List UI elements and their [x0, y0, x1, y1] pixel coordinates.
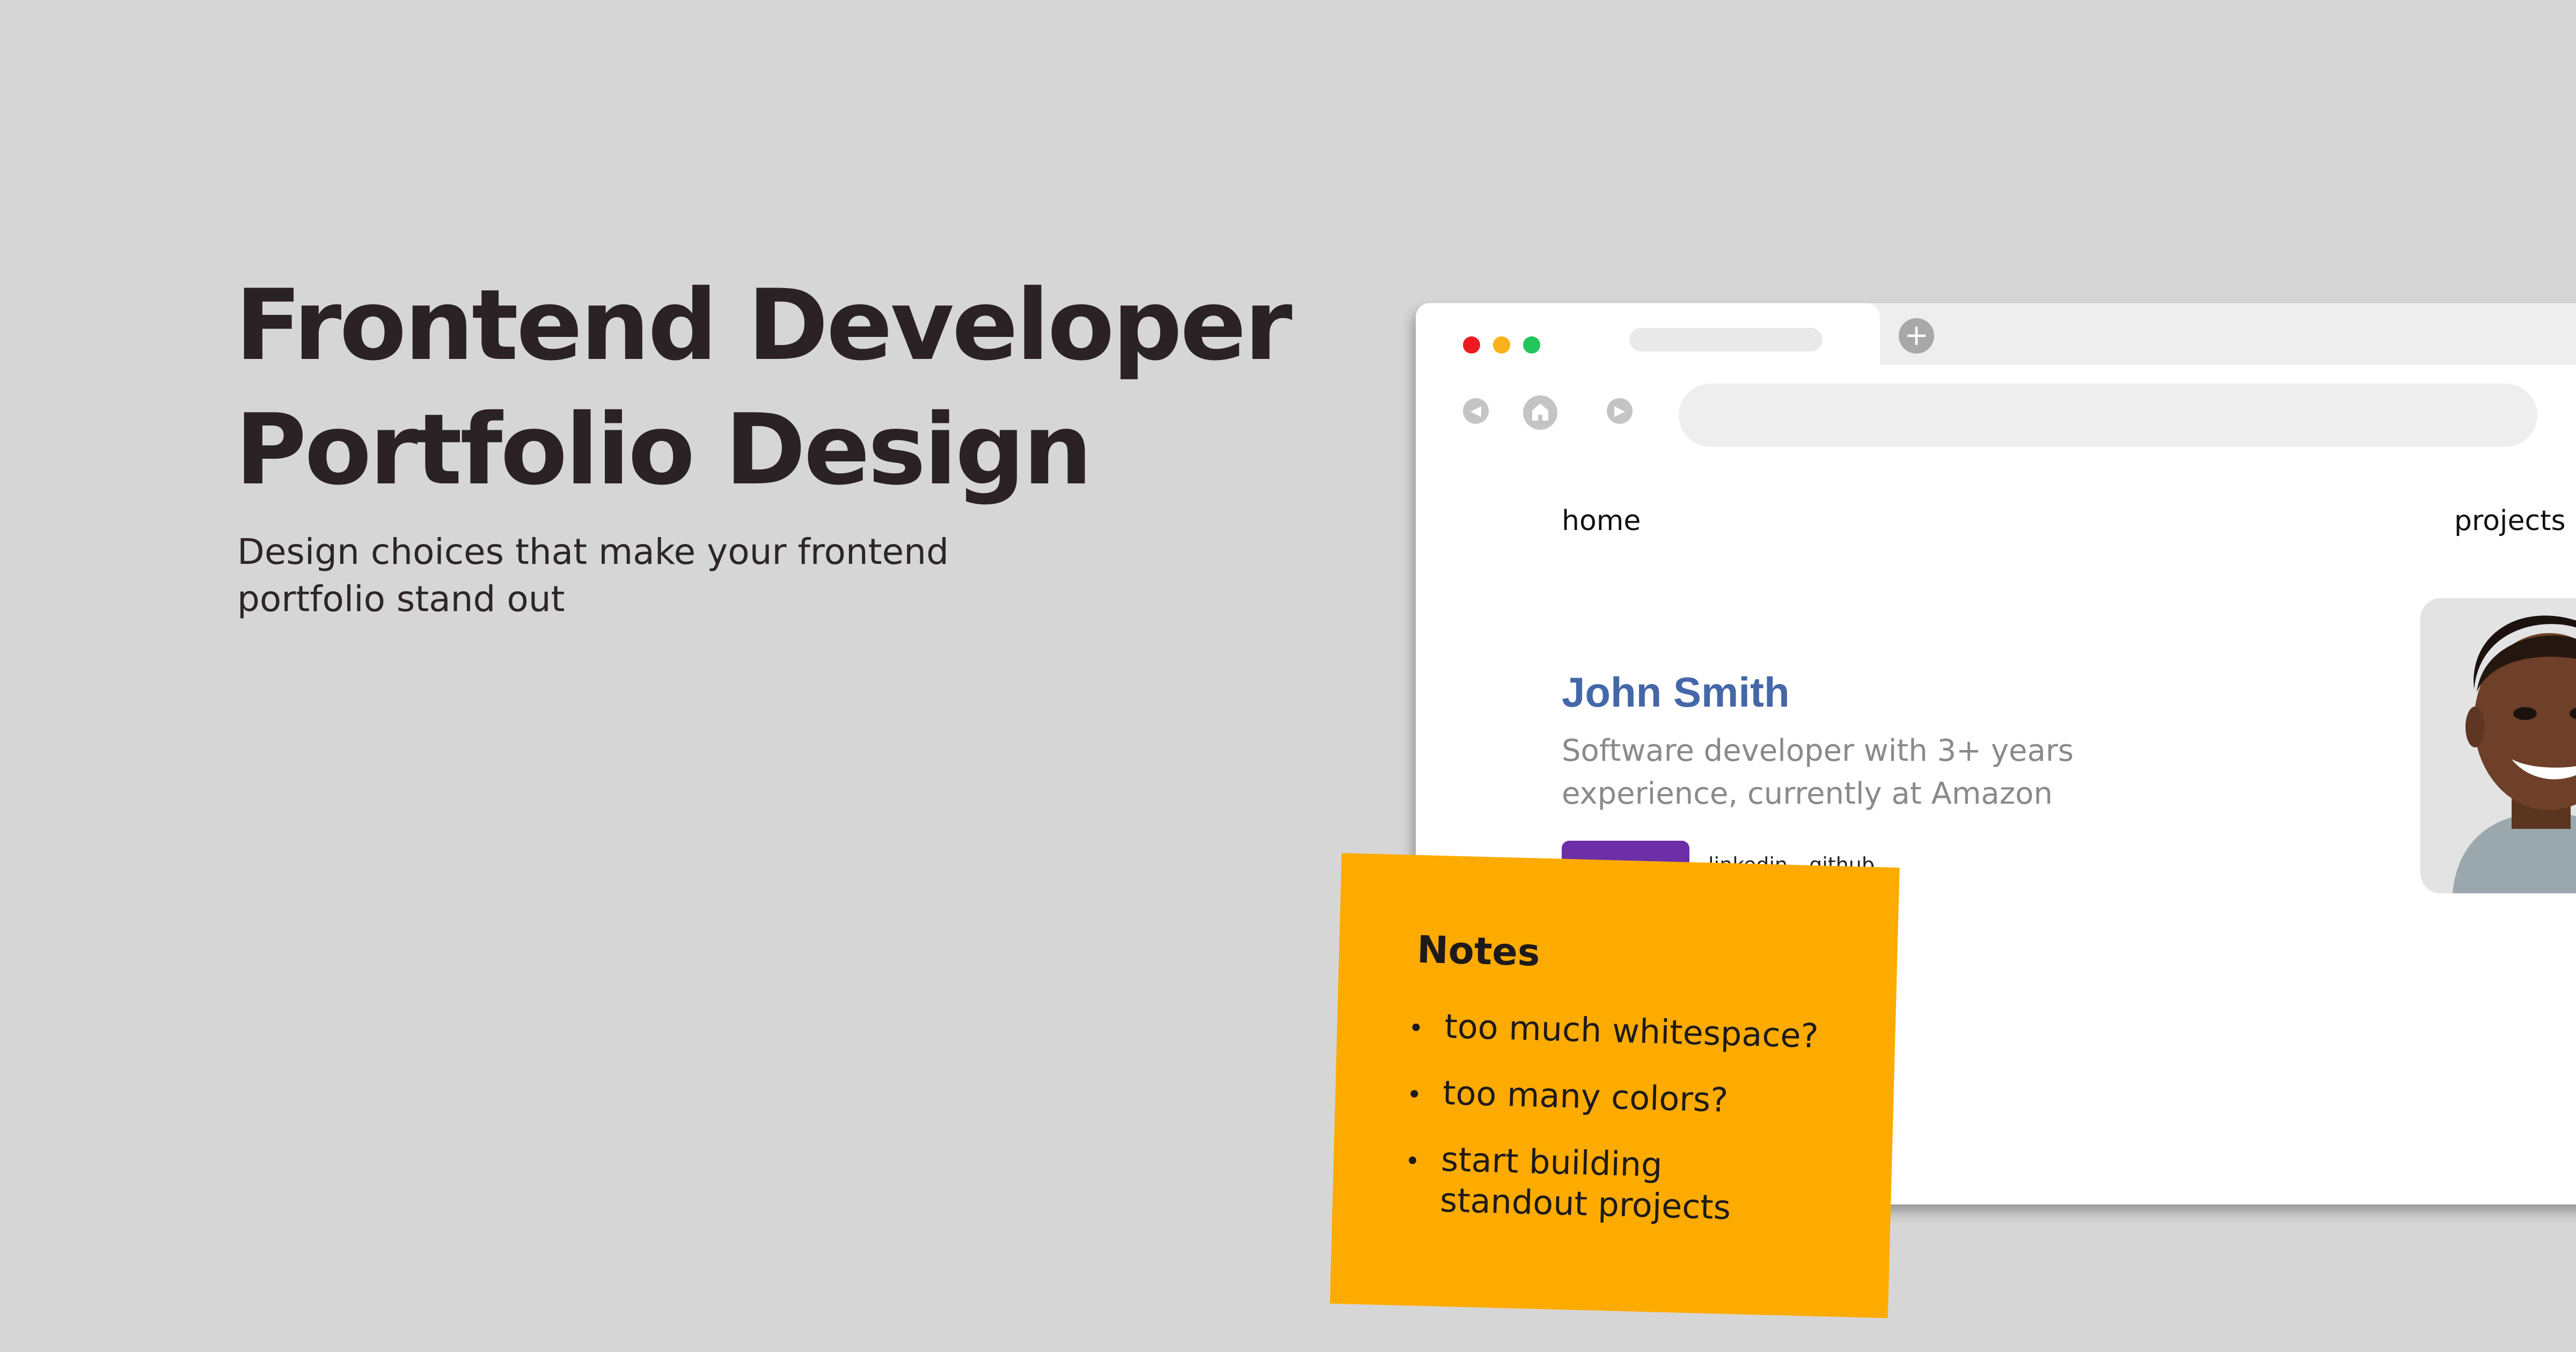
address-bar[interactable] — [1679, 384, 2537, 447]
notes-list: too much whitespace? too many colors? st… — [1407, 1005, 1819, 1257]
site-nav-projects-link[interactable]: projects — [2454, 505, 2566, 537]
new-tab-plus-icon[interactable]: + — [1899, 318, 1934, 354]
notes-item-text: too many colors? — [1442, 1073, 1729, 1120]
sticky-note: Notes too much whitespace? too many colo… — [1330, 853, 1900, 1318]
forward-arrow-icon[interactable]: ▶ — [1607, 398, 1633, 424]
close-window-dot[interactable] — [1463, 336, 1480, 354]
profile-bio-line-1: Software developer with 3+ years — [1562, 733, 2074, 768]
avatar-illustration — [2420, 598, 2576, 893]
profile-photo — [2420, 598, 2576, 893]
home-icon[interactable] — [1523, 395, 1557, 430]
home-icon-glyph — [1532, 403, 1548, 421]
back-arrow-icon[interactable]: ◀ — [1463, 398, 1489, 424]
tab-bar: + — [1416, 303, 2576, 365]
hero-title: Frontend Developer Portfolio Design — [235, 263, 1292, 512]
profile-name: John Smith — [1562, 668, 1790, 716]
site-nav-home-link[interactable]: home — [1562, 505, 1641, 537]
hero-title-line-2: Portfolio Design — [235, 393, 1093, 506]
hero-subtitle: Design choices that make your frontend p… — [237, 528, 1042, 623]
tab-title-placeholder — [1629, 328, 1823, 351]
active-tab[interactable] — [1416, 303, 1880, 365]
hero-title-line-1: Frontend Developer — [235, 268, 1292, 382]
notes-item: too much whitespace? — [1412, 1005, 1819, 1057]
profile-bio-line-2: experience, currently at Amazon — [1562, 776, 2053, 811]
notes-item: start building standout projects — [1407, 1138, 1816, 1230]
maximize-window-dot[interactable] — [1523, 336, 1540, 354]
notes-title: Notes — [1416, 927, 1541, 975]
hero-subtitle-line-2: portfolio stand out — [237, 578, 565, 620]
hero-subtitle-line-1: Design choices that make your frontend — [237, 531, 949, 572]
notes-item: too many colors? — [1410, 1072, 1817, 1123]
notes-item-text: too much whitespace? — [1444, 1006, 1819, 1056]
profile-bio: Software developer with 3+ years experie… — [1562, 730, 2206, 815]
minimize-window-dot[interactable] — [1493, 336, 1510, 354]
